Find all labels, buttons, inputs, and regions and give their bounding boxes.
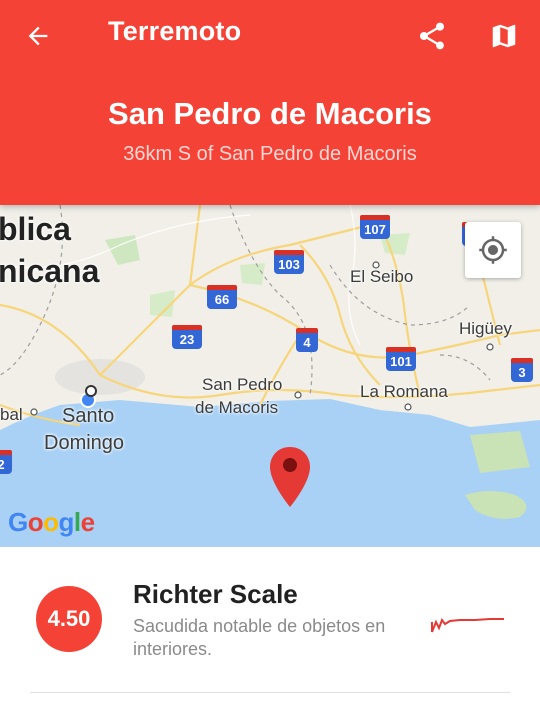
- route-shield-23: 23: [172, 325, 202, 349]
- route-shield-4: 4: [296, 328, 318, 352]
- app-title: Terremoto: [108, 16, 242, 46]
- map-button[interactable]: [482, 14, 526, 58]
- seismograph-icon: [431, 617, 504, 633]
- route-shield-101: 101: [386, 347, 416, 371]
- label-higuey: Higüey: [459, 319, 512, 338]
- map-view[interactable]: blica nicana El Seibo Higüey San Pedro d…: [0, 205, 540, 547]
- share-button[interactable]: [410, 14, 454, 58]
- label-el-seibo: El Seibo: [350, 267, 414, 286]
- label-san-pedro-2: de Macoris: [195, 398, 279, 417]
- my-location-button[interactable]: [465, 222, 521, 278]
- label-domingo: Domingo: [44, 432, 125, 454]
- back-button[interactable]: [16, 14, 60, 58]
- route-shield-107: 107: [360, 215, 390, 239]
- share-icon: [420, 22, 444, 50]
- place-subtitle: 36km S of San Pedro de Macoris: [123, 143, 417, 165]
- label-la-romana: La Romana: [360, 382, 448, 401]
- list-divider: [30, 692, 510, 693]
- app-bar: Terremoto: [0, 0, 540, 72]
- country-label-2: nicana: [0, 253, 100, 289]
- google-logo: Google: [8, 507, 95, 537]
- route-shield-103: 103: [274, 250, 304, 274]
- label-san-pedro-1: San Pedro: [202, 375, 283, 394]
- place-title: San Pedro de Macoris: [108, 96, 432, 131]
- map-pin-icon[interactable]: [268, 445, 312, 511]
- item-description: Sacudida notable de objetos en interiore…: [133, 616, 386, 659]
- my-location-icon: [479, 236, 507, 264]
- header: Terremoto San Pedro de Macoris 36km S of…: [0, 0, 540, 205]
- map-icon: [492, 24, 516, 48]
- country-label-1: blica: [0, 211, 71, 247]
- magnitude-badge: 4.50: [36, 586, 102, 652]
- label-bal: bal: [0, 405, 23, 424]
- label-santo: Santo: [62, 405, 115, 427]
- route-shield-3: 3: [511, 358, 533, 382]
- route-shield-66: 66: [207, 285, 237, 309]
- route-shield-2: 2: [0, 450, 12, 474]
- arrow-back-icon: [28, 26, 48, 46]
- item-title: Richter Scale: [133, 579, 298, 609]
